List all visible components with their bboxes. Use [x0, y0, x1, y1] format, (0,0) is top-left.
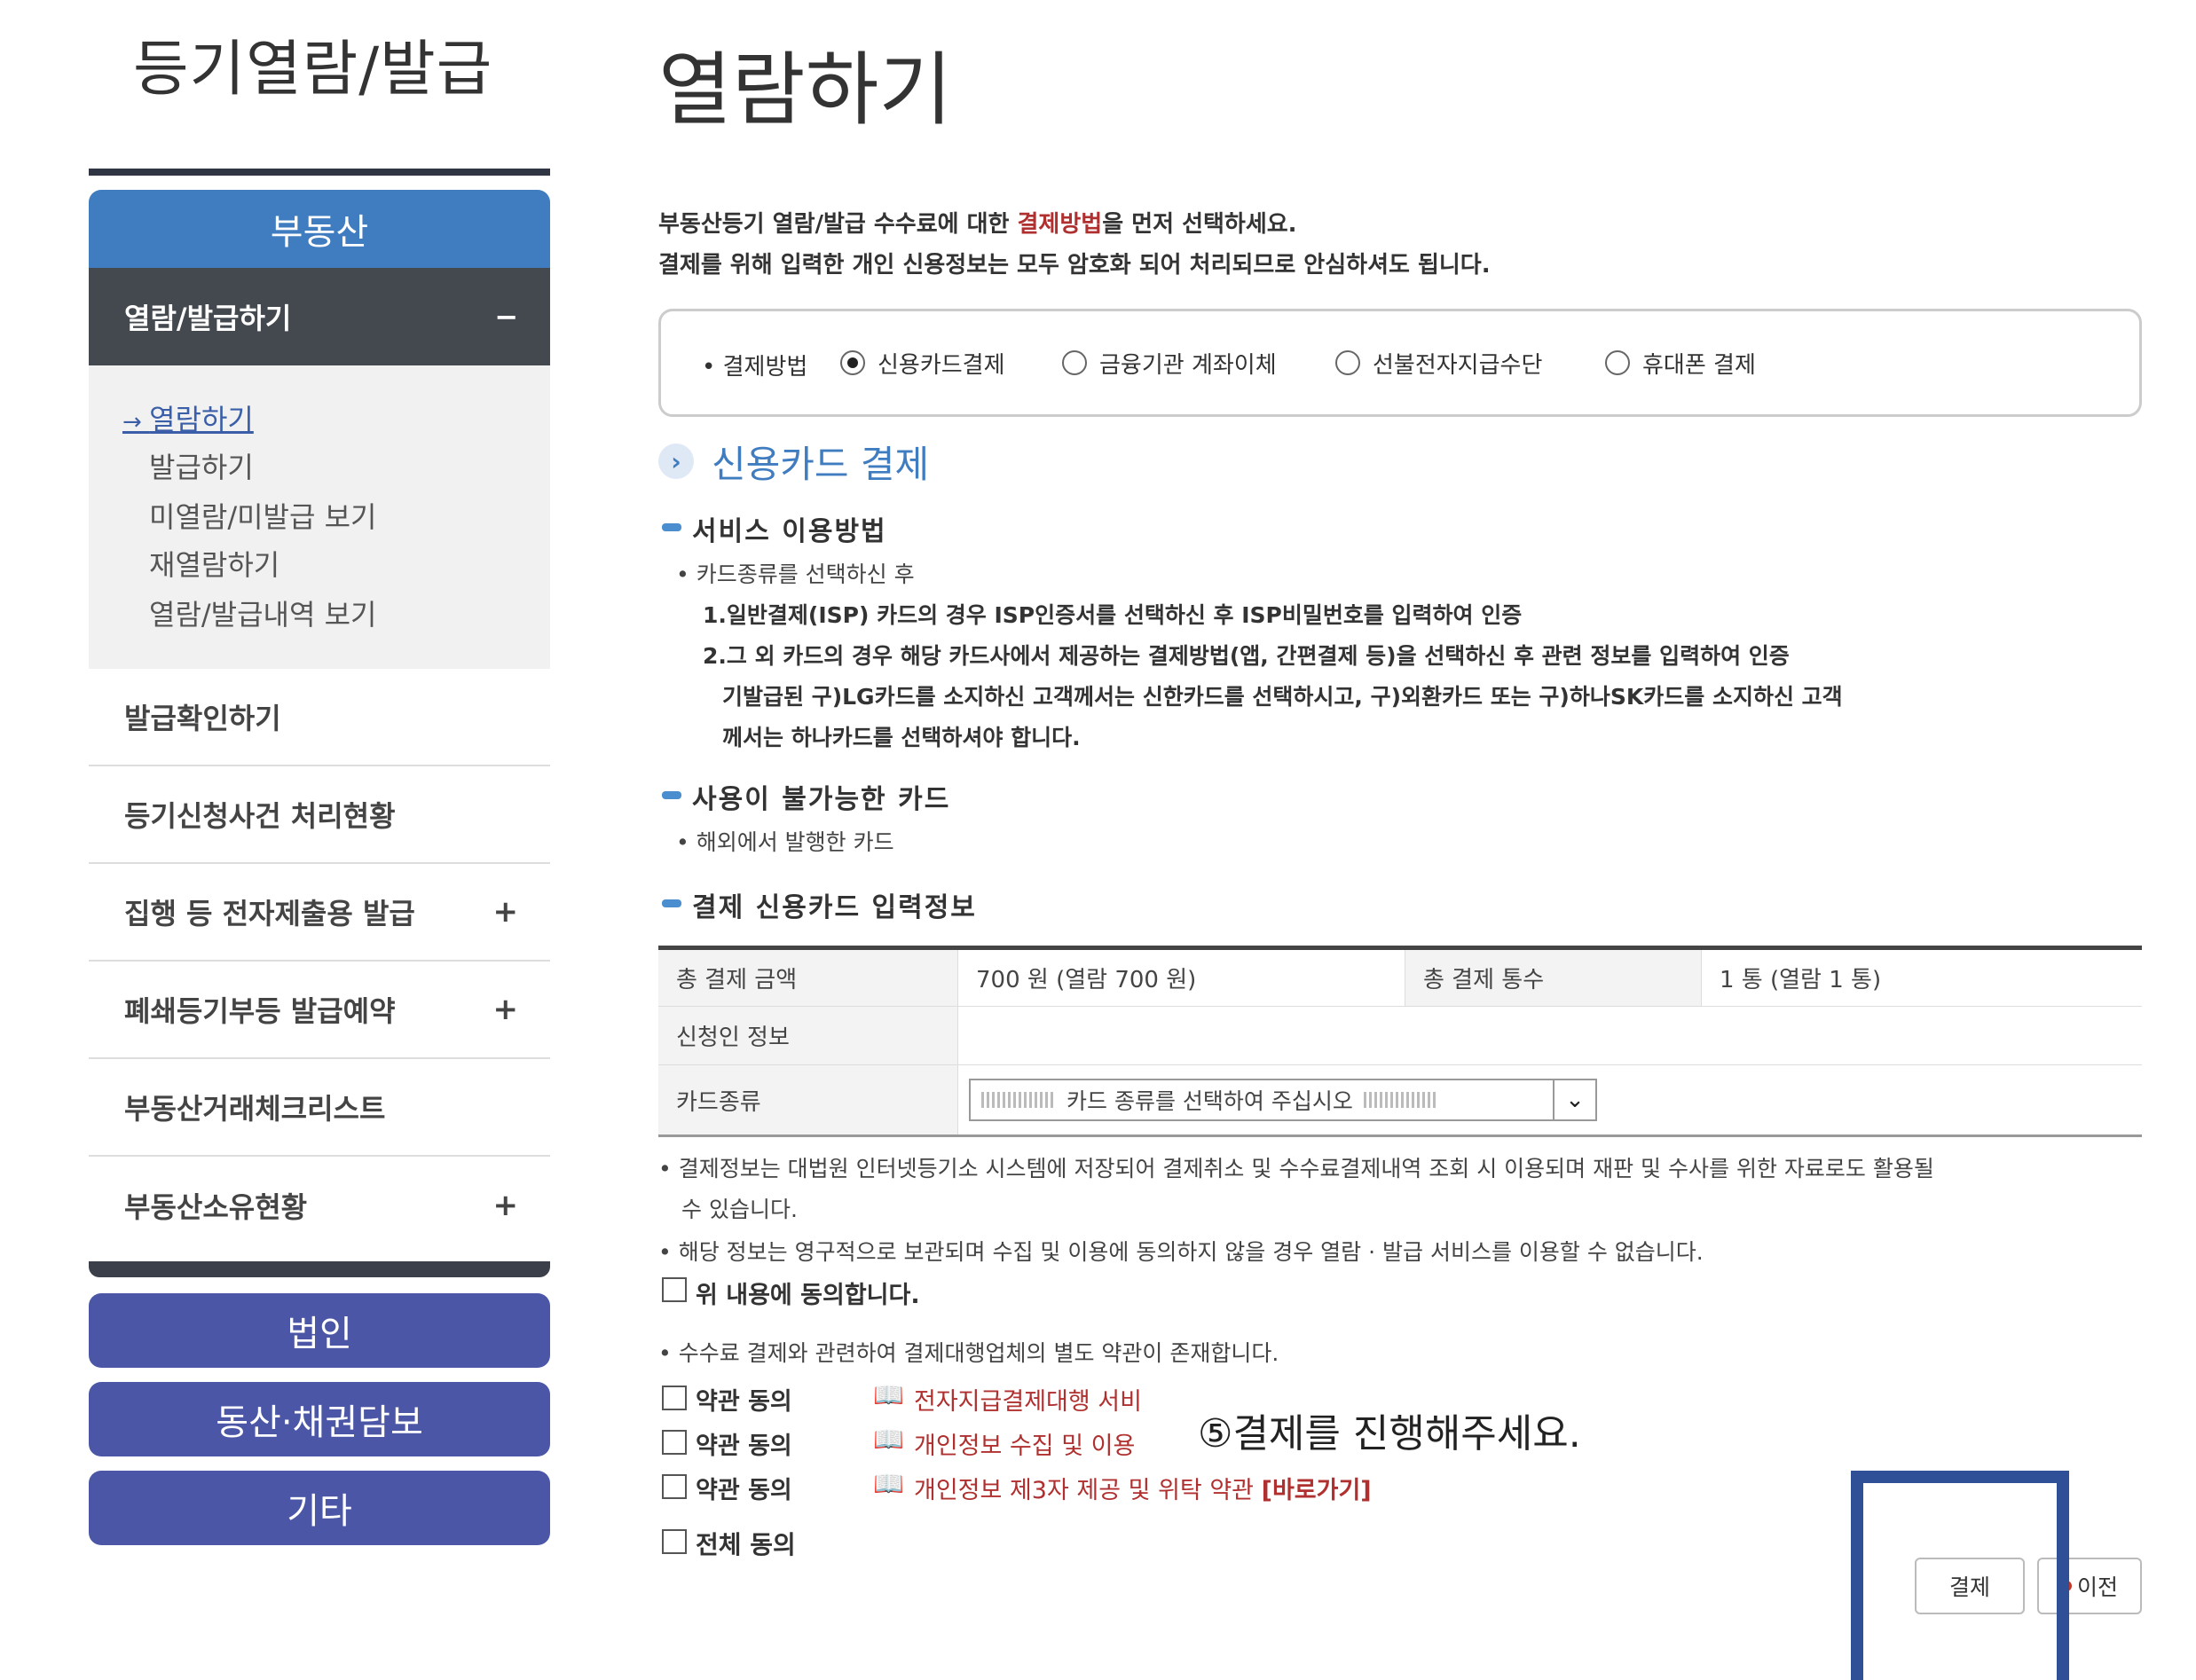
terms-link-3[interactable]: 개인정보 제3자 제공 및 위탁 약관 [바로가기] — [914, 1471, 1372, 1505]
notice-1-line-1: • 결제정보는 대법원 인터넷등기소 시스템에 저장되어 결제취소 및 수수료결… — [658, 1156, 1934, 1181]
table-row: 카드종류 카드 종류를 선택하여 주십시오 ⌄ — [658, 1065, 2142, 1134]
sidebar-submenu: → 열람하기 발급하기 미열람/미발급 보기 재열람하기 열람/발급내역 보기 — [89, 365, 550, 669]
applicant-label: 신청인 정보 — [658, 1007, 958, 1064]
all-agree-checkbox[interactable] — [662, 1529, 687, 1554]
book-icon: 📖 — [873, 1425, 904, 1454]
card-type-label: 카드종류 — [658, 1065, 958, 1134]
terms-link-2[interactable]: 개인정보 수집 및 이용 — [914, 1426, 1135, 1461]
sidebar-item-case-status[interactable]: 등기신청사건 처리현황 — [89, 766, 550, 864]
radio-label-credit-card[interactable]: 신용카드결제 — [878, 347, 1005, 380]
sidebar-button-corporation[interactable]: 법인 — [89, 1293, 550, 1368]
terms-label-3[interactable]: 약관 동의 — [696, 1471, 792, 1505]
sidebar-title: 등기열람/발급 — [133, 35, 493, 105]
sidebar-item-label: 열람/발급하기 — [124, 302, 292, 335]
agree-label[interactable]: 위 내용에 동의합니다. — [696, 1276, 920, 1310]
terms-label-2[interactable]: 약관 동의 — [696, 1426, 792, 1461]
section-title: 신용카드 결제 — [712, 443, 930, 486]
sidebar-item-ownership[interactable]: 부동산소유현황 + — [89, 1157, 550, 1254]
table-row: 신청인 정보 — [658, 1007, 2142, 1065]
intro-line-1: 부동산등기 열람/발급 수수료에 대한 결제방법을 먼저 선택하세요. — [658, 211, 1297, 238]
sidebar-item-issue-confirm[interactable]: 발급확인하기 — [89, 669, 550, 766]
service-bullet: • 카드종류를 선택하신 후 — [676, 561, 915, 587]
submenu-item-issue[interactable]: 발급하기 — [149, 445, 254, 486]
collapse-icon[interactable]: − — [494, 300, 518, 334]
total-amount-label: 총 결제 금액 — [658, 950, 958, 1006]
expand-icon[interactable]: + — [493, 992, 519, 1027]
book-icon: 📖 — [873, 1469, 904, 1498]
terms-link-1[interactable]: 전자지급결제대행 서비 — [914, 1382, 1142, 1417]
sidebar-item-closed-register[interactable]: 폐쇄등기부등 발급예약 + — [89, 962, 550, 1059]
total-count-label: 총 결제 통수 — [1405, 950, 1702, 1006]
submenu-item-unviewed[interactable]: 미열람/미발급 보기 — [149, 495, 376, 536]
sidebar-divider — [89, 169, 550, 176]
radio-label-prepaid[interactable]: 선불전자지급수단 — [1373, 347, 1542, 380]
agree-checkbox[interactable] — [662, 1277, 687, 1302]
expand-icon[interactable]: + — [493, 894, 519, 930]
unavailable-heading: 사용이 불가능한 카드 — [692, 784, 951, 815]
chevron-down-icon[interactable]: ⌄ — [1553, 1080, 1595, 1119]
service-step-1: 1.일반결제(ISP) 카드의 경우 ISP인증서를 선택하신 후 ISP비밀번… — [703, 602, 1523, 628]
terms-checkbox-3[interactable] — [662, 1474, 687, 1499]
service-step-2: 2.그 외 카드의 경우 해당 카드사에서 제공하는 결제방법(앱, 간편결제 … — [703, 643, 1790, 669]
applicant-value — [958, 1007, 2142, 1064]
chevron-right-icon: › — [658, 444, 694, 479]
page-title: 열람하기 — [658, 43, 953, 137]
notice-2: • 해당 정보는 영구적으로 보관되며 수집 및 이용에 동의하지 않을 경우 … — [658, 1239, 1704, 1265]
pay-button-highlight — [1851, 1471, 2069, 1680]
sidebar-item-electronic-submit[interactable]: 집행 등 전자제출용 발급 + — [89, 864, 550, 962]
bullet-bar-icon — [662, 523, 681, 531]
sidebar-button-other[interactable]: 기타 — [89, 1471, 550, 1545]
sidebar-section-realestate[interactable]: 부동산 — [89, 190, 550, 268]
card-info-table: 총 결제 금액 700 원 (열람 700 원) 총 결제 통수 1 통 (열람… — [658, 946, 2142, 1137]
radio-credit-card[interactable] — [840, 350, 865, 375]
payment-method-label: • 결제방법 — [702, 354, 808, 381]
expand-icon[interactable]: + — [493, 1188, 519, 1223]
submenu-item-view[interactable]: → 열람하기 — [122, 397, 254, 438]
submenu-item-history[interactable]: 열람/발급내역 보기 — [149, 593, 376, 633]
all-agree-label[interactable]: 전체 동의 — [696, 1526, 796, 1561]
sidebar-item-checklist[interactable]: 부동산거래체크리스트 — [89, 1059, 550, 1157]
terms-label-1[interactable]: 약관 동의 — [696, 1382, 792, 1417]
sidebar-button-movable[interactable]: 동산·채권담보 — [89, 1382, 550, 1456]
bullet-bar-icon — [662, 791, 681, 799]
sidebar-item-view-issue[interactable]: 열람/발급하기 − — [89, 268, 550, 365]
card-type-select[interactable]: 카드 종류를 선택하여 주십시오 ⌄ — [969, 1079, 1597, 1121]
bullet-bar-icon — [662, 899, 681, 907]
radio-bank-transfer[interactable] — [1062, 350, 1087, 375]
total-count-value: 1 통 (열람 1 통) — [1720, 967, 1882, 993]
service-step-2-line2: 기발급된 구)LG카드를 소지하신 고객께서는 신한카드를 선택하시고, 구)외… — [722, 684, 1843, 710]
arrow-right-icon: → — [122, 409, 150, 436]
total-amount-value: 700 원 (열람 700 원) — [958, 950, 1405, 1006]
card-info-heading: 결제 신용카드 입력정보 — [692, 892, 977, 923]
radio-label-mobile[interactable]: 휴대폰 결제 — [1642, 347, 1756, 380]
submenu-item-review[interactable]: 재열람하기 — [149, 543, 279, 584]
radio-prepaid[interactable] — [1335, 350, 1360, 375]
payment-method-box: • 결제방법 신용카드결제 금융기관 계좌이체 선불전자지급수단 휴대폰 결제 — [658, 309, 2142, 417]
book-icon: 📖 — [873, 1380, 904, 1409]
sidebar-bottom-bar — [89, 1261, 550, 1277]
terms-checkbox-2[interactable] — [662, 1430, 687, 1455]
notice-3: • 수수료 결제와 관련하여 결제대행업체의 별도 약관이 존재합니다. — [658, 1340, 1279, 1366]
instruction-callout: ⑤결제를 진행해주세요. — [1189, 1398, 1590, 1462]
intro-line-2: 결제를 위해 입력한 개인 신용정보는 모두 암호화 되어 처리되므로 안심하셔… — [658, 252, 1491, 279]
notice-1-line-2: 수 있습니다. — [681, 1197, 798, 1222]
service-heading: 서비스 이용방법 — [692, 516, 887, 547]
unavailable-bullet: • 해외에서 발행한 카드 — [676, 829, 894, 855]
radio-label-bank-transfer[interactable]: 금융기관 계좌이체 — [1099, 347, 1277, 380]
table-row: 총 결제 금액 700 원 (열람 700 원) 총 결제 통수 1 통 (열람… — [658, 950, 2142, 1007]
shortcut-link[interactable]: [바로가기] — [1262, 1477, 1372, 1504]
service-step-2-line3: 께서는 하나카드를 선택하셔야 합니다. — [722, 725, 1081, 750]
radio-mobile[interactable] — [1605, 350, 1630, 375]
terms-checkbox-1[interactable] — [662, 1386, 687, 1410]
